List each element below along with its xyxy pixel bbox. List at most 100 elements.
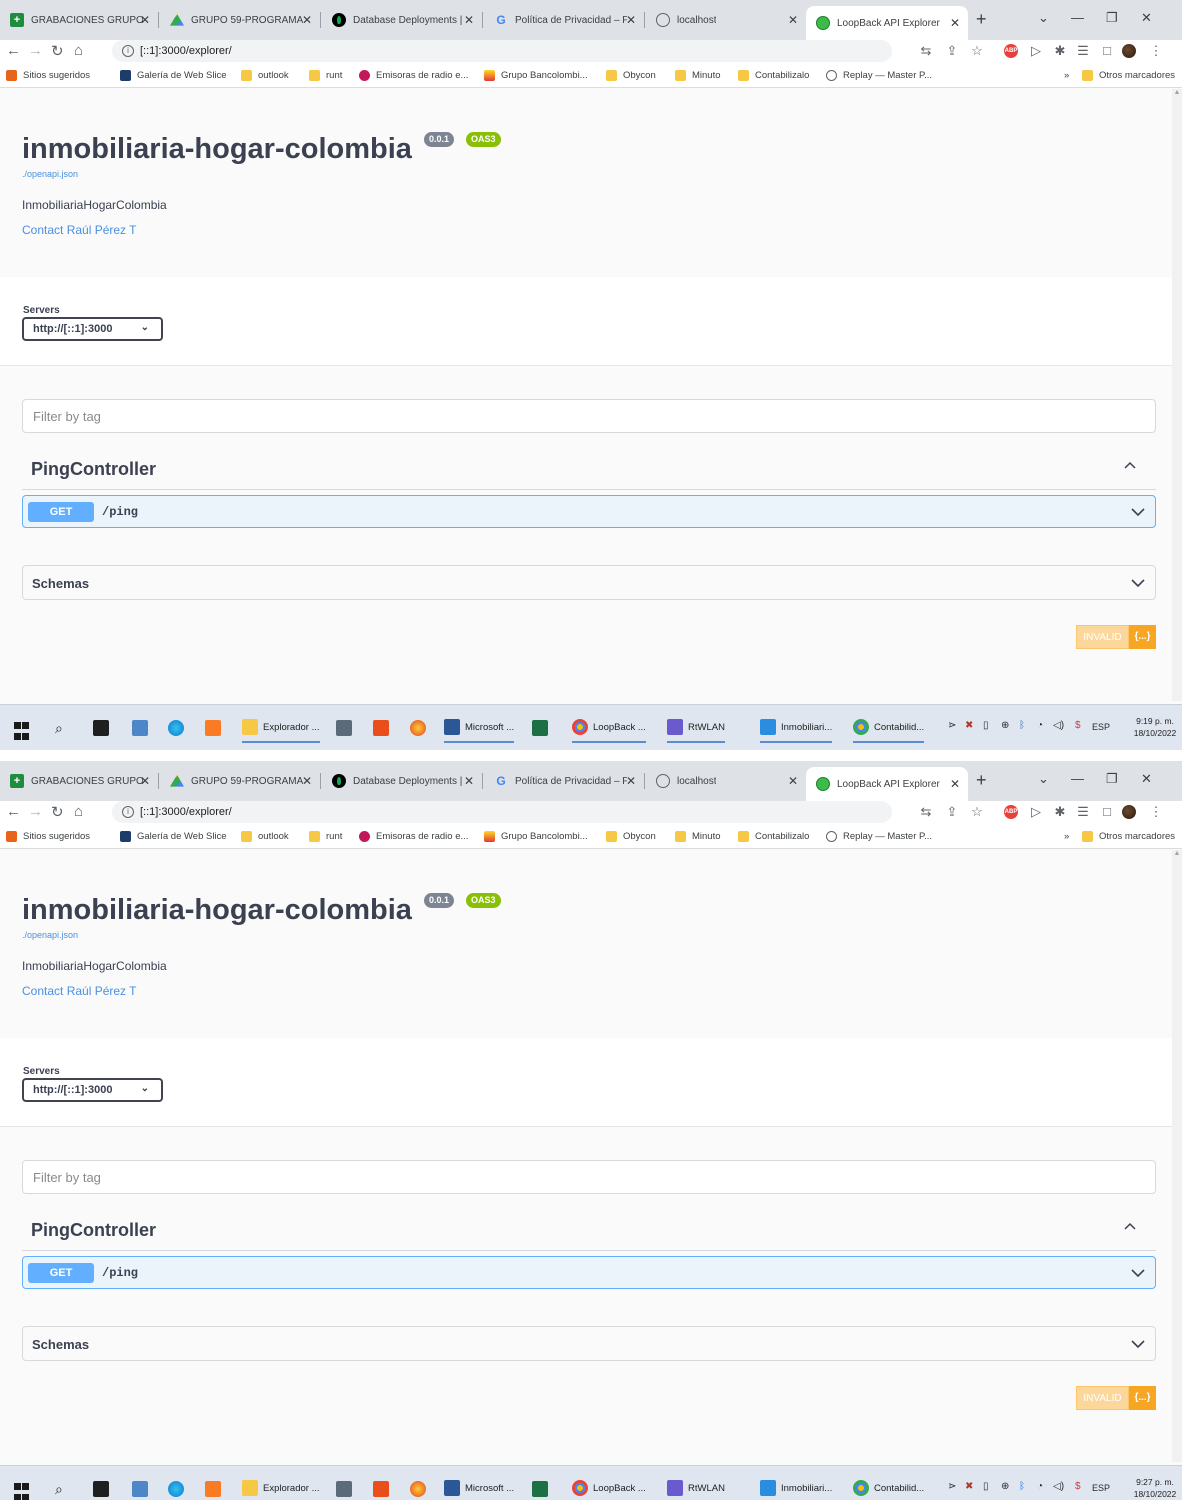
- adblock-icon[interactable]: ABP: [1004, 805, 1018, 819]
- browser-tab[interactable]: GRUPO 59-PROGRAMAC ✕: [160, 770, 321, 792]
- extension-arrow-icon[interactable]: ▷: [1029, 44, 1043, 58]
- taskbar-app[interactable]: Inmobiliari...: [760, 1474, 832, 1500]
- taskbar-app[interactable]: Contabilid...: [853, 713, 925, 743]
- browser-tab[interactable]: G Política de Privacidad – F ✕: [484, 9, 645, 31]
- bookmarks-overflow-button[interactable]: »: [1064, 70, 1069, 81]
- tray-app-icon[interactable]: ✖: [965, 720, 973, 731]
- close-tab-icon[interactable]: ✕: [788, 13, 798, 27]
- home-icon[interactable]: ⌂: [74, 803, 83, 820]
- control-panel-icon[interactable]: [132, 1479, 153, 1499]
- tag-section-header[interactable]: PingController: [22, 450, 1156, 490]
- scroll-up-icon[interactable]: ▲: [1172, 850, 1182, 857]
- windows-start-icon[interactable]: [14, 1482, 29, 1500]
- taskbar-app[interactable]: Contabilid...: [853, 1474, 924, 1500]
- control-panel-icon[interactable]: [132, 718, 153, 738]
- address-bar[interactable]: i [::1]:3000/explorer/: [112, 801, 892, 823]
- menu-kebab-icon[interactable]: ⋮: [1149, 44, 1163, 58]
- bookmark-item[interactable]: Replay — Master P...: [826, 70, 932, 81]
- taskbar-clock[interactable]: 9:19 p. m. 18/10/2022: [1129, 715, 1181, 739]
- pdf-icon[interactable]: [373, 718, 394, 738]
- back-arrow-icon[interactable]: ←: [6, 42, 21, 59]
- restore-button[interactable]: ❐: [1106, 10, 1118, 26]
- chevron-down-icon[interactable]: [1131, 1266, 1145, 1280]
- contact-link[interactable]: Contact Raúl Pérez T: [22, 223, 137, 237]
- translate-icon[interactable]: ⇆: [919, 805, 933, 819]
- adblock-icon[interactable]: ABP: [1004, 44, 1018, 58]
- close-tab-icon[interactable]: ✕: [302, 774, 312, 788]
- chevron-up-icon[interactable]: [1124, 460, 1136, 472]
- taskbar-app[interactable]: Microsoft ...: [444, 1474, 514, 1500]
- side-panel-icon[interactable]: □: [1100, 805, 1114, 819]
- bookmark-item[interactable]: Galería de Web Slice: [120, 70, 227, 81]
- bookmark-star-icon[interactable]: ☆: [970, 805, 984, 819]
- bluetooth-icon[interactable]: ᛒ: [1019, 1481, 1025, 1492]
- schemas-section[interactable]: Schemas: [22, 1326, 1156, 1361]
- reload-icon[interactable]: ↻: [51, 803, 64, 821]
- close-tab-icon[interactable]: ✕: [464, 13, 474, 27]
- address-bar[interactable]: i [::1]:3000/explorer/: [112, 40, 892, 62]
- search-icon[interactable]: ⌕: [55, 1479, 63, 1499]
- tray-overflow-icon[interactable]: ⋗: [948, 720, 956, 731]
- calculator-icon[interactable]: [336, 718, 357, 738]
- taskbar-app[interactable]: Explorador ...: [242, 1474, 320, 1500]
- taskbar-app[interactable]: RtWLAN: [667, 713, 725, 743]
- bookmark-item[interactable]: Contabilizalo: [738, 70, 809, 81]
- browser-tab[interactable]: GRUPO 59-PROGRAMAC ✕: [160, 9, 321, 31]
- windows-start-icon[interactable]: [14, 721, 29, 741]
- other-bookmarks[interactable]: Otros marcadores: [1082, 70, 1175, 81]
- browser-tab-active[interactable]: LoopBack API Explorer ✕: [806, 767, 968, 801]
- close-window-button[interactable]: ✕: [1141, 771, 1152, 787]
- share-icon[interactable]: ⇪: [945, 44, 959, 58]
- extensions-puzzle-icon[interactable]: ✱: [1053, 805, 1067, 819]
- volume-icon[interactable]: ◁): [1053, 720, 1064, 731]
- tray-vpn-icon[interactable]: ⊕: [1001, 720, 1009, 731]
- tab-search-icon[interactable]: ⌄: [1038, 771, 1049, 787]
- new-tab-button[interactable]: +: [976, 9, 987, 30]
- tag-section-header[interactable]: PingController: [22, 1211, 1156, 1251]
- restore-button[interactable]: ❐: [1106, 771, 1118, 787]
- taskbar-app[interactable]: Microsoft ...: [444, 713, 515, 743]
- language-indicator[interactable]: ESP: [1092, 1483, 1110, 1493]
- tray-overflow-icon[interactable]: ⋗: [948, 1481, 956, 1492]
- new-tab-button[interactable]: +: [976, 770, 987, 791]
- bookmark-item[interactable]: outlook: [241, 831, 289, 842]
- tray-clipboard-icon[interactable]: ▯: [983, 720, 989, 731]
- calculator-icon[interactable]: [336, 1479, 357, 1499]
- bookmark-item[interactable]: Minuto: [675, 70, 721, 81]
- search-icon[interactable]: ⌕: [55, 718, 63, 738]
- taskbar-app[interactable]: Explorador ...: [242, 713, 320, 743]
- taskbar-clock[interactable]: 9:27 p. m. 18/10/2022: [1129, 1476, 1181, 1500]
- share-icon[interactable]: ⇪: [945, 805, 959, 819]
- excel-icon[interactable]: [532, 718, 553, 738]
- taskbar-app[interactable]: RtWLAN: [667, 1474, 725, 1500]
- chevron-down-icon[interactable]: [1131, 1337, 1145, 1351]
- info-icon[interactable]: i: [122, 45, 134, 57]
- bookmark-item[interactable]: Obycon: [606, 70, 656, 81]
- bookmark-item[interactable]: Grupo Bancolombi...: [484, 70, 588, 81]
- wifi-icon[interactable]: ◔: [1037, 720, 1043, 731]
- terminal-icon[interactable]: [93, 718, 114, 738]
- forward-arrow-icon[interactable]: →: [28, 803, 43, 820]
- home-icon[interactable]: ⌂: [74, 42, 83, 59]
- back-arrow-icon[interactable]: ←: [6, 803, 21, 820]
- bookmark-item[interactable]: runt: [309, 831, 342, 842]
- menu-kebab-icon[interactable]: ⋮: [1149, 805, 1163, 819]
- firefox-icon[interactable]: [410, 718, 431, 738]
- bookmark-item[interactable]: Replay — Master P...: [826, 831, 932, 842]
- bookmark-item[interactable]: Emisoras de radio e...: [359, 70, 468, 81]
- bookmark-item[interactable]: Minuto: [675, 831, 721, 842]
- excel-icon[interactable]: [532, 1479, 553, 1499]
- page-scrollbar[interactable]: ▲: [1172, 850, 1182, 1462]
- reading-list-icon[interactable]: ☰: [1076, 44, 1090, 58]
- browser-tab[interactable]: + GRABACIONES GRUPO 5 ✕: [0, 9, 159, 31]
- browser-tab[interactable]: Database Deployments | ✕: [322, 770, 483, 792]
- validator-badge[interactable]: INVALID {...}: [1076, 1386, 1156, 1410]
- taskbar-app[interactable]: LoopBack ...: [572, 713, 646, 743]
- chevron-up-icon[interactable]: [1124, 1221, 1136, 1233]
- close-tab-icon[interactable]: ✕: [950, 777, 960, 791]
- bookmark-item[interactable]: Sitios sugeridos: [6, 831, 90, 842]
- bookmark-item[interactable]: outlook: [241, 70, 289, 81]
- pdf-icon[interactable]: [373, 1479, 394, 1499]
- tray-vpn-icon[interactable]: ⊕: [1001, 1481, 1009, 1492]
- close-tab-icon[interactable]: ✕: [788, 774, 798, 788]
